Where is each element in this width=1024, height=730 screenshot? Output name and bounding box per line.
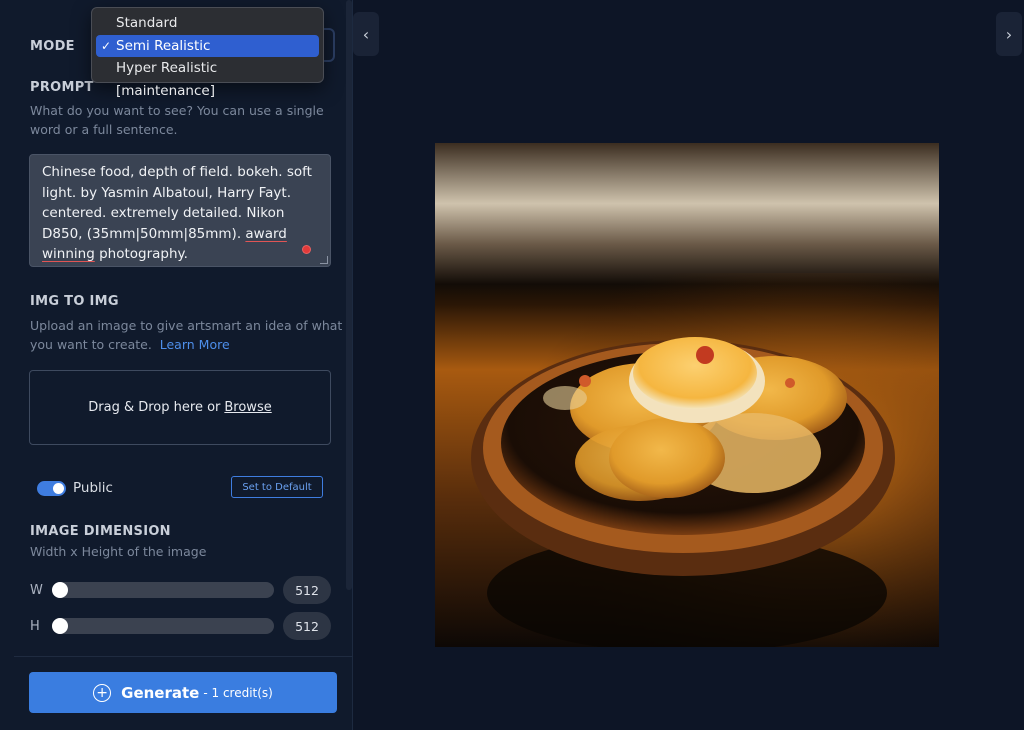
prompt-textarea[interactable]: Chinese food, depth of field. bokeh. sof…: [29, 154, 331, 267]
chevron-right-icon: ›: [1005, 24, 1013, 44]
mode-option-hyper-realistic[interactable]: Hyper Realistic [maintenance]: [96, 57, 319, 99]
learn-more-link[interactable]: Learn More: [160, 337, 230, 352]
mode-label: MODE: [30, 39, 75, 54]
width-slider-thumb[interactable]: [52, 582, 68, 598]
food-photo-illustration: [435, 143, 939, 647]
prompt-line: centered. extremely detailed. Nikon: [42, 205, 285, 221]
img-to-img-help-line: Upload an image to give artsmart an idea…: [30, 318, 343, 333]
grammar-indicator-icon[interactable]: [302, 245, 311, 254]
dropzone-text: Drag & Drop here or: [88, 400, 221, 415]
img-to-img-help-text: you want to create.: [30, 337, 152, 352]
generate-button[interactable]: + Generate - 1 credit(s): [29, 672, 337, 713]
settings-panel: MODE PROMPT What do you want to see? You…: [0, 0, 353, 730]
width-label: W: [30, 583, 43, 598]
mode-dropdown-menu: Standard ✓ Semi Realistic Hyper Realistic…: [91, 7, 324, 99]
image-dimension-help: Width x Height of the image: [30, 544, 207, 559]
img-to-img-help: Upload an image to give artsmart an idea…: [30, 316, 342, 354]
prompt-label: PROMPT: [30, 80, 94, 95]
resize-handle-icon[interactable]: [320, 256, 328, 264]
generated-image[interactable]: [435, 143, 939, 647]
prompt-line: winning photography.: [42, 244, 318, 265]
set-to-default-button[interactable]: Set to Default: [231, 476, 323, 498]
collapse-panel-button[interactable]: ‹: [353, 12, 379, 56]
height-slider[interactable]: [52, 618, 274, 634]
prompt-help-line: What do you want to see? You can use a s…: [30, 103, 324, 118]
prompt-help: What do you want to see? You can use a s…: [30, 101, 324, 139]
misspelled-word: award: [245, 225, 287, 242]
browse-link[interactable]: Browse: [224, 400, 271, 415]
expand-panel-button[interactable]: ›: [996, 12, 1022, 56]
image-dimension-label: IMAGE DIMENSION: [30, 524, 171, 539]
chevron-left-icon: ‹: [362, 24, 370, 44]
width-value[interactable]: 512: [283, 576, 331, 604]
public-toggle[interactable]: [37, 481, 66, 496]
image-dropzone[interactable]: Drag & Drop here or Browse: [29, 370, 331, 445]
public-label: Public: [73, 480, 113, 496]
prompt-text: photography.: [94, 246, 188, 262]
prompt-help-line: word or a full sentence.: [30, 122, 178, 137]
misspelled-word: winning: [42, 246, 95, 262]
generate-credit: - 1 credit(s): [203, 685, 273, 700]
width-slider[interactable]: [52, 582, 274, 598]
panel-scrollbar[interactable]: [346, 0, 352, 590]
img-to-img-help-line: you want to create. Learn More: [30, 335, 342, 354]
prompt-text: D850, (35mm|50mm|85mm).: [42, 225, 246, 242]
height-value[interactable]: 512: [283, 612, 331, 640]
height-label: H: [30, 619, 40, 634]
height-slider-thumb[interactable]: [52, 618, 68, 634]
plus-circle-icon: +: [93, 683, 112, 702]
option-label: Semi Realistic: [116, 37, 211, 54]
img-to-img-label: IMG TO IMG: [30, 294, 119, 309]
mode-option-standard[interactable]: Standard: [96, 12, 319, 35]
option-label: Standard: [116, 15, 178, 31]
option-label: Hyper Realistic [maintenance]: [116, 60, 218, 99]
prompt-line: D850, (35mm|50mm|85mm). award: [42, 224, 318, 245]
prompt-line: Chinese food, depth of field. bokeh. sof…: [42, 164, 312, 180]
panel-divider: [14, 656, 353, 657]
checkmark-icon: ✓: [101, 38, 112, 53]
mode-option-semi-realistic[interactable]: ✓ Semi Realistic: [96, 34, 319, 57]
prompt-line: light. by Yasmin Albatoul, Harry Fayt.: [42, 184, 292, 201]
generate-label: Generate: [121, 683, 200, 702]
toggle-knob: [53, 483, 64, 494]
